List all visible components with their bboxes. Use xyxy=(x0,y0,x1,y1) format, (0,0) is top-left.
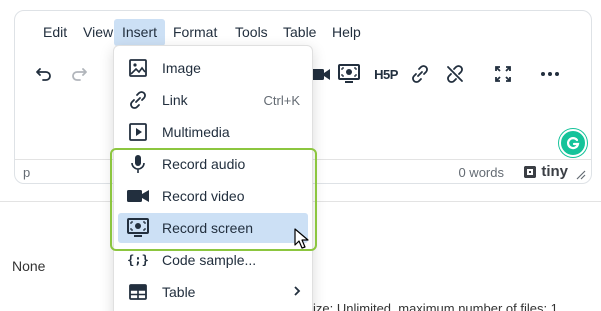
redo-icon xyxy=(72,68,87,81)
more-icon xyxy=(541,72,559,76)
menu-item-label: Table xyxy=(162,284,196,300)
resize-handle-icon[interactable] xyxy=(576,170,586,180)
redo-button[interactable] xyxy=(64,59,94,89)
word-count[interactable]: 0 words xyxy=(458,165,504,180)
menu-table[interactable]: Table xyxy=(275,19,324,46)
insert-menu: Image Link Ctrl+K Multimedia Record audi… xyxy=(113,45,313,311)
fullscreen-button[interactable] xyxy=(488,59,518,89)
shortcut-label: Ctrl+K xyxy=(263,92,300,108)
multimedia-icon xyxy=(129,123,147,141)
table-icon xyxy=(129,284,147,300)
link-button[interactable] xyxy=(405,59,435,89)
code-sample-icon: {;} xyxy=(127,253,149,267)
menu-item-label: Link xyxy=(162,92,188,108)
unlink-button[interactable] xyxy=(440,59,470,89)
menu-item-record-audio[interactable]: Record audio xyxy=(118,149,308,179)
menu-item-record-video[interactable]: Record video xyxy=(118,181,308,211)
unlink-icon xyxy=(447,65,463,83)
undo-icon xyxy=(36,68,51,81)
grammarly-icon xyxy=(566,137,580,150)
fullscreen-icon xyxy=(495,66,511,82)
chevron-right-icon xyxy=(294,286,301,296)
tiny-brand: tiny xyxy=(541,163,568,180)
h5p-button[interactable]: H5P xyxy=(369,59,403,89)
record-screen-button[interactable] xyxy=(334,59,364,89)
menu-item-label: Image xyxy=(162,60,201,76)
menu-item-record-screen[interactable]: Record screen xyxy=(118,213,308,243)
link-icon xyxy=(412,65,428,83)
menu-insert[interactable]: Insert xyxy=(114,19,166,46)
menu-item-label: Record screen xyxy=(162,220,254,236)
page: Edit View Insert Format Tools Table Help… xyxy=(0,0,601,311)
menu-item-label: Multimedia xyxy=(162,124,230,140)
menu-item-label: Record video xyxy=(162,188,245,204)
microphone-icon xyxy=(131,155,145,173)
menu-edit[interactable]: Edit xyxy=(35,19,75,46)
h5p-icon: H5P xyxy=(374,66,398,82)
menu-item-label: Record audio xyxy=(162,156,246,172)
none-label: None xyxy=(12,258,46,274)
image-icon xyxy=(129,59,147,77)
menu-help[interactable]: Help xyxy=(324,19,369,46)
mouse-cursor-icon xyxy=(294,228,309,249)
menu-item-multimedia[interactable]: Multimedia xyxy=(118,117,308,147)
menu-item-label: Code sample... xyxy=(162,252,257,268)
more-button[interactable] xyxy=(535,59,565,89)
undo-button[interactable] xyxy=(29,59,59,89)
tiny-logo[interactable]: tiny xyxy=(522,163,568,180)
grammarly-button[interactable] xyxy=(559,129,587,157)
record-screen-icon xyxy=(338,64,360,83)
menu-item-link[interactable]: Link Ctrl+K xyxy=(118,85,308,115)
screen-record-icon xyxy=(127,218,149,237)
menu-item-table[interactable]: Table xyxy=(118,277,308,307)
menu-format[interactable]: Format xyxy=(165,19,225,46)
tiny-logo-icon xyxy=(524,165,537,178)
menu-tools[interactable]: Tools xyxy=(227,19,276,46)
element-path[interactable]: p xyxy=(23,165,30,180)
video-camera-icon xyxy=(127,190,149,202)
menu-item-image[interactable]: Image xyxy=(118,53,308,83)
link-icon xyxy=(130,91,146,109)
file-size-info: ize: Unlimited, maximum number of files:… xyxy=(313,301,558,311)
menu-item-code-sample[interactable]: {;} Code sample... xyxy=(118,245,308,275)
